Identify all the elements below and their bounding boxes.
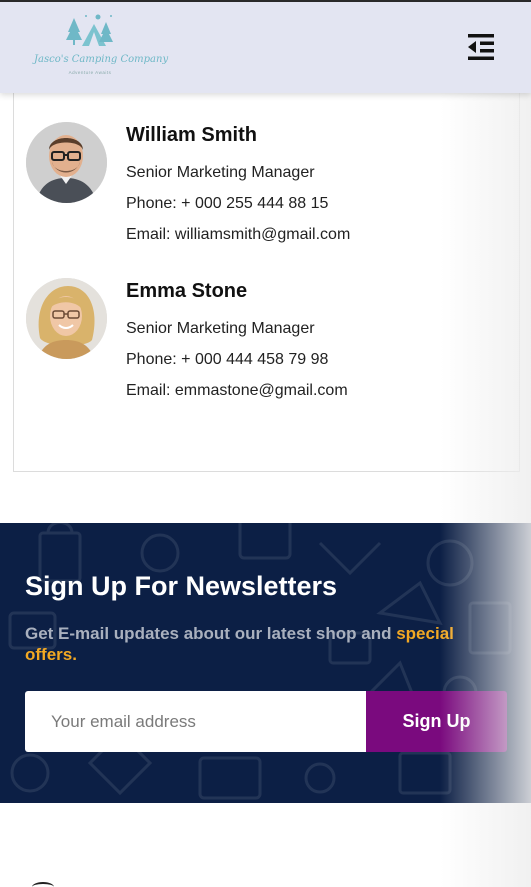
- site-header: Jasco's Camping Company Adventure Awaits: [0, 2, 531, 93]
- newsletter-description: Get E-mail updates about our latest shop…: [25, 623, 495, 665]
- avatar: [26, 278, 107, 359]
- newsletter-description-text: Get E-mail updates about our latest shop…: [25, 624, 397, 643]
- newsletter-title: Sign Up For Newsletters: [25, 571, 338, 601]
- logo-text: Jasco's Camping Company: [34, 54, 169, 65]
- partial-icon: [32, 882, 54, 887]
- email-input[interactable]: [25, 691, 367, 752]
- contact-email[interactable]: Email: emmastone@gmail.com: [126, 381, 348, 401]
- contact-phone[interactable]: Phone: + 000 255 444 88 15: [126, 194, 350, 214]
- logo-subtext: Adventure Awaits: [68, 70, 112, 75]
- sign-up-button[interactable]: Sign Up: [366, 691, 507, 752]
- contact-name: Emma Stone: [126, 280, 248, 302]
- contact-email[interactable]: Email: williamsmith@gmail.com: [126, 225, 350, 245]
- contact-name: William Smith: [126, 124, 257, 146]
- contact-role: Senior Marketing Manager: [126, 164, 315, 181]
- contact-phone[interactable]: Phone: + 000 444 458 79 98: [126, 350, 348, 370]
- newsletter-section: Sign Up For Newsletters Get E-mail updat…: [0, 523, 531, 803]
- contact-role: Senior Marketing Manager: [126, 320, 315, 337]
- company-logo[interactable]: Jasco's Camping Company Adventure Awaits: [34, 12, 169, 80]
- menu-collapse-icon: [468, 34, 494, 60]
- person-photo: [26, 122, 107, 203]
- avatar: [26, 122, 107, 203]
- camping-logo-icon: [66, 14, 113, 46]
- menu-toggle-button[interactable]: [464, 30, 498, 64]
- person-photo: [26, 278, 107, 359]
